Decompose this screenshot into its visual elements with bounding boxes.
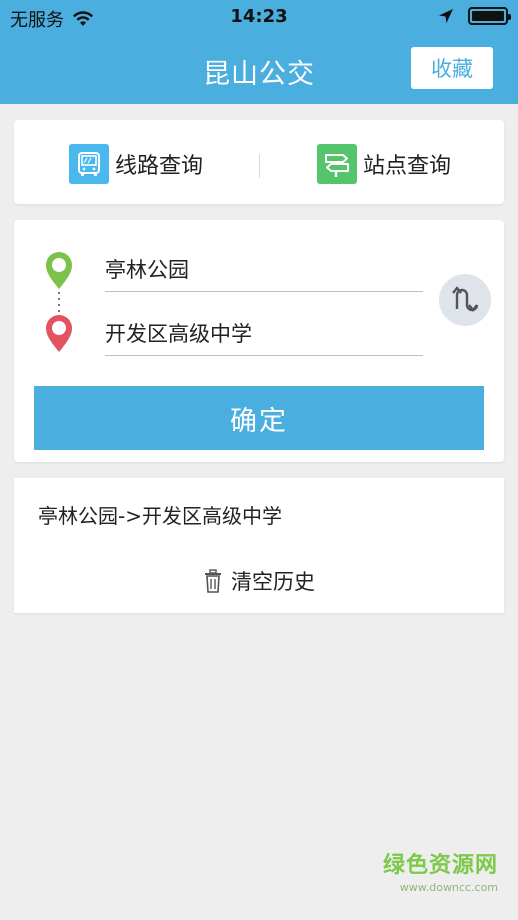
app-screen: 无服务 14:23 昆山公交 收藏 线路查询 站点查询 亭林公园 开发区高级中学… xyxy=(0,0,518,920)
tab-station-label: 站点查询 xyxy=(363,154,452,179)
start-pin-icon xyxy=(46,252,72,289)
route-search-card: 亭林公园 开发区高级中学 确定 xyxy=(14,220,504,462)
favorite-button[interactable]: 收藏 xyxy=(411,47,493,89)
watermark: 绿色资源网 www.downcc.com xyxy=(383,847,498,894)
watermark-url: www.downcc.com xyxy=(399,881,498,894)
watermark-title: 绿色资源网 xyxy=(382,853,498,878)
status-right xyxy=(438,7,511,25)
clear-history-label: 清空历史 xyxy=(231,570,315,594)
status-bar: 无服务 14:23 xyxy=(0,0,518,34)
swap-icon xyxy=(452,286,479,312)
tab-route-label: 线路查询 xyxy=(115,154,204,179)
query-tabs-card: 线路查询 站点查询 xyxy=(14,120,504,204)
location-arrow-icon xyxy=(439,9,453,23)
bus-icon xyxy=(69,144,109,184)
battery-icon xyxy=(468,7,511,25)
route-dots xyxy=(58,292,60,314)
tab-route-query[interactable]: 线路查询 xyxy=(69,144,203,184)
signpost-icon xyxy=(317,144,357,184)
end-station-field[interactable]: 开发区高级中学 xyxy=(105,310,423,356)
confirm-button[interactable]: 确定 xyxy=(34,386,484,450)
tabs-divider xyxy=(259,154,260,178)
end-pin-icon xyxy=(46,315,72,352)
top-bar: 无服务 14:23 昆山公交 收藏 xyxy=(0,0,518,104)
start-station-field[interactable]: 亭林公园 xyxy=(105,246,423,292)
clear-history-button[interactable]: 清空历史 xyxy=(14,566,504,596)
trash-icon xyxy=(205,569,221,593)
history-card: 亭林公园->开发区高级中学 清空历史 xyxy=(14,478,504,613)
swap-button[interactable] xyxy=(439,274,491,326)
history-item[interactable]: 亭林公园->开发区高级中学 xyxy=(38,500,282,529)
tab-station-query[interactable]: 站点查询 xyxy=(317,144,451,184)
